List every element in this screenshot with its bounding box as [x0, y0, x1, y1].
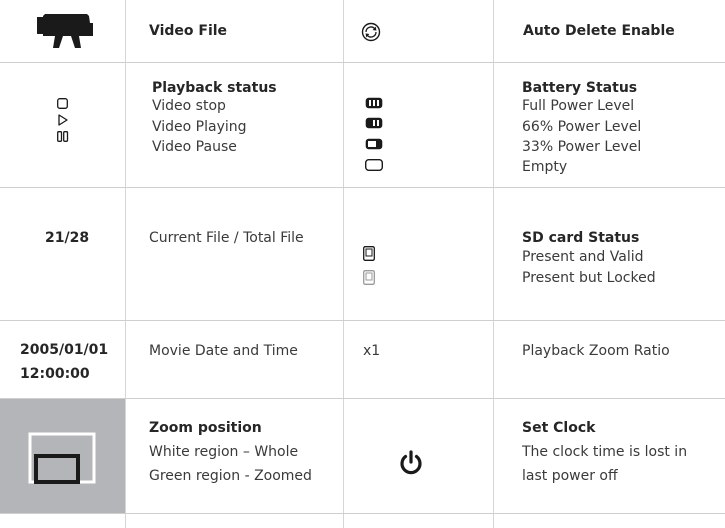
column-divider-3: [493, 0, 494, 528]
set-clock-line-1: The clock time is lost in: [522, 444, 688, 460]
battery-item-33: 33% Power Level: [522, 139, 642, 155]
row-divider-1: [0, 62, 725, 63]
zoom-ratio-description: Playback Zoom Ratio: [522, 343, 670, 359]
playback-item-playing: Video Playing: [152, 119, 247, 135]
playback-status-title: Playback status: [152, 80, 277, 96]
video-camera-icon: [37, 14, 93, 48]
sd-card-locked-icon: [363, 270, 375, 285]
battery-item-66: 66% Power Level: [522, 119, 642, 135]
rotate-arrows-icon: [361, 22, 381, 42]
battery-full-icon: [365, 97, 383, 109]
zoom-position-icon: [28, 432, 96, 484]
row-divider-2: [0, 187, 725, 188]
sd-card-valid-icon: [363, 246, 375, 261]
auto-delete-label: Auto Delete Enable: [523, 23, 675, 39]
sd-item-valid: Present and Valid: [522, 249, 644, 265]
battery-66-icon: [365, 117, 383, 129]
play-icon: [58, 114, 68, 126]
battery-empty-icon: [364, 158, 384, 172]
pause-icon: [57, 131, 69, 142]
row-divider-5: [0, 513, 725, 514]
zoom-item-green: Green region - Zoomed: [149, 468, 312, 484]
sd-card-status-title: SD card Status: [522, 230, 640, 246]
battery-status-title: Battery Status: [522, 80, 638, 96]
column-divider-2: [343, 0, 344, 528]
battery-33-icon: [365, 138, 383, 150]
zoom-ratio-value: x1: [363, 343, 381, 359]
file-counter-description: Current File / Total File: [149, 230, 304, 246]
zoom-position-title: Zoom position: [149, 420, 262, 436]
playback-item-pause: Video Pause: [152, 139, 237, 155]
file-counter: 21/28: [45, 230, 90, 246]
movie-date-description: Movie Date and Time: [149, 343, 298, 359]
battery-item-full: Full Power Level: [522, 98, 635, 114]
set-clock-title: Set Clock: [522, 420, 596, 436]
row-divider-3: [0, 320, 725, 321]
stop-icon: [57, 98, 68, 109]
sd-item-locked: Present but Locked: [522, 270, 656, 286]
zoom-item-white: White region – Whole: [149, 444, 299, 460]
column-divider-1: [125, 0, 126, 528]
power-icon: [400, 450, 422, 475]
movie-time: 12:00:00: [20, 366, 90, 382]
playback-item-stop: Video stop: [152, 98, 226, 114]
battery-item-empty: Empty: [522, 159, 568, 175]
video-file-label: Video File: [149, 23, 228, 39]
movie-date: 2005/01/01: [20, 342, 109, 358]
set-clock-line-2: last power off: [522, 468, 618, 484]
